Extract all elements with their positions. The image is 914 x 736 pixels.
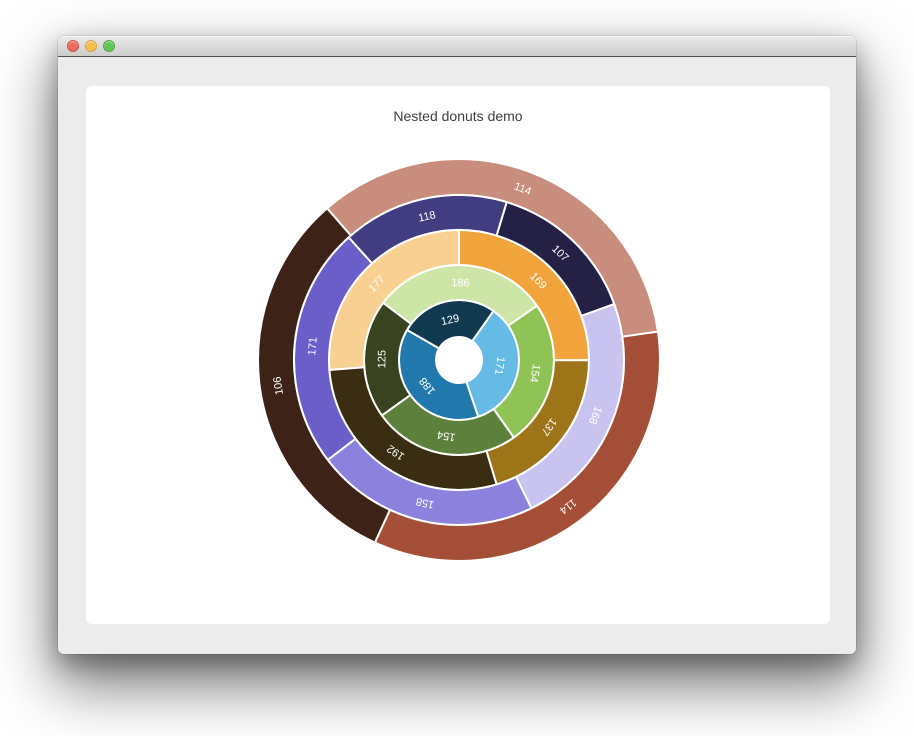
zoom-button[interactable] bbox=[103, 40, 115, 52]
close-button[interactable] bbox=[67, 40, 79, 52]
segment-value-label: 171 bbox=[306, 337, 320, 356]
segment-value-label: 125 bbox=[376, 350, 388, 368]
window-content: 1291711881861541541251771691371921181071… bbox=[58, 57, 856, 654]
window-controls bbox=[67, 40, 115, 52]
chart-panel: 1291711881861541541251771691371921181071… bbox=[86, 86, 830, 624]
app-window: 1291711881861541541251771691371921181071… bbox=[58, 36, 856, 654]
chart-title: Nested donuts demo bbox=[86, 108, 830, 124]
segment-value-label: 186 bbox=[451, 277, 470, 289]
minimize-button[interactable] bbox=[85, 40, 97, 52]
title-bar[interactable] bbox=[58, 36, 856, 57]
nested-donut-chart[interactable]: 1291711881861541541251771691371921181071… bbox=[86, 86, 830, 624]
segment-value-label: 106 bbox=[271, 376, 285, 396]
